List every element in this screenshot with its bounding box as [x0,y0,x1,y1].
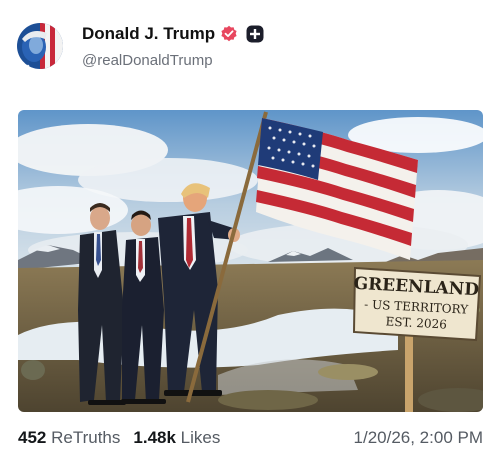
likes-label: Likes [180,428,221,447]
author-name-row: Donald J. Trump [82,24,264,44]
author-handle[interactable]: @realDonaldTrump [82,52,213,69]
post-image[interactable]: GREENLAND - US TERRITORY EST. 2026 [18,110,483,412]
plus-badge-icon [246,25,264,43]
avatar[interactable] [17,23,63,69]
avatar-image [17,23,63,69]
truth-post: Donald J. Trump @realDonaldTrump GREENLA… [0,0,500,460]
post-timestamp[interactable]: 1/20/26, 2:00 PM [354,428,483,448]
retruths-label: ReTruths [51,428,121,447]
display-name[interactable]: Donald J. Trump [82,24,215,44]
verified-badge-icon [220,25,238,43]
retruths-stat[interactable]: 452 ReTruths [18,428,120,448]
likes-count: 1.48k [133,428,176,447]
retruths-count: 452 [18,428,47,447]
post-footer: 452 ReTruths 1.48k Likes 1/20/26, 2:00 P… [18,428,483,448]
likes-stat[interactable]: 1.48k Likes [133,428,220,448]
